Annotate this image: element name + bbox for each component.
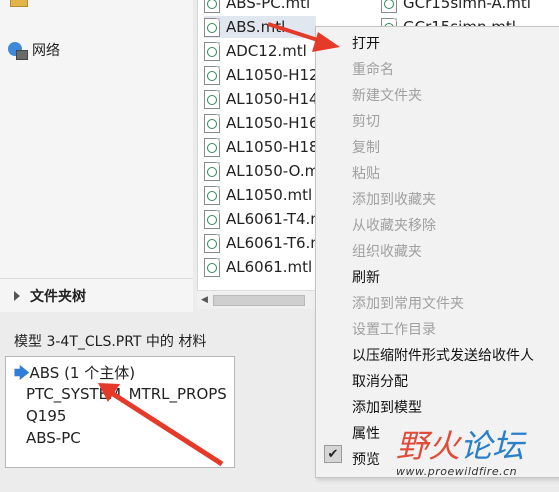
context-menu: ✔ 打开重命名新建文件夹剪切复制粘贴添加到收藏夹 从收藏夹移除 组织收藏夹刷新添加到… — [315, 26, 559, 478]
material-item[interactable]: PTC_SYSTEM_MTRL_PROPS — [26, 385, 227, 403]
material-file-icon — [204, 209, 220, 229]
material-file-icon — [204, 0, 220, 13]
file-item[interactable]: ABS-PC.mtl — [204, 0, 316, 14]
material-file-icon — [204, 161, 220, 181]
file-item[interactable]: AL1050-H18 — [204, 136, 316, 158]
file-name: ABS.mtl — [226, 18, 286, 36]
file-name: AL1050-H18 — [226, 138, 316, 156]
menu-item-12[interactable]: 以压缩附件形式发送给收件人 — [352, 345, 534, 365]
material-file-icon — [204, 185, 220, 205]
file-name: AL6061-T6.m — [226, 234, 316, 252]
file-name: AL6061-T4.m — [226, 210, 316, 228]
file-item[interactable]: AL1050.mtl — [204, 184, 316, 206]
file-name: AL1050-O.m — [226, 162, 316, 180]
menu-item-10[interactable]: 添加到常用文件夹 — [352, 293, 464, 313]
menu-item-5[interactable]: 粘贴 — [352, 163, 380, 183]
arrow-right-icon: 🡆 — [14, 364, 30, 382]
materials-panel-title: 模型 3-4T_CLS.PRT 中的 材料 — [14, 334, 207, 350]
network-icon — [8, 42, 28, 60]
file-name: AL1050-H12 — [226, 66, 316, 84]
menu-item-2[interactable]: 新建文件夹 — [352, 85, 422, 105]
nav-item-network[interactable]: 网络 — [8, 40, 60, 60]
navigation-pane: 网络 — [0, 0, 193, 278]
menu-item-8[interactable]: 组织收藏夹 — [352, 241, 422, 261]
watermark-logo: 野火论坛 www.proewildfire.cn — [396, 427, 525, 478]
file-item[interactable]: AL6061.mtl — [204, 256, 316, 278]
material-item[interactable]: Q195 — [26, 407, 66, 425]
file-name: AL1050-H14 — [226, 90, 316, 108]
material-file-icon — [204, 233, 220, 253]
file-item[interactable]: GCr15simn-A.mtl — [381, 0, 531, 14]
file-item[interactable]: AL1050-H12 — [204, 64, 316, 86]
file-name: AL6061.mtl — [226, 258, 313, 276]
material-file-icon — [204, 89, 220, 109]
file-name: AL1050-H16 — [226, 114, 316, 132]
checkmark-icon[interactable]: ✔ — [324, 445, 342, 463]
material-file-icon — [381, 0, 397, 13]
menu-item-4[interactable]: 复制 — [352, 137, 380, 157]
scrollbar-thumb[interactable] — [213, 295, 305, 306]
file-item[interactable]: AL1050-H14 — [204, 88, 316, 110]
menu-item-9[interactable]: 刷新 — [352, 267, 380, 287]
file-name: ADC12.mtl — [226, 42, 307, 60]
horizontal-scrollbar[interactable]: ◀ — [197, 290, 317, 309]
folder-icon — [10, 0, 28, 7]
menu-item-7[interactable]: 从收藏夹移除 — [352, 215, 436, 235]
material-file-icon — [204, 41, 220, 61]
nav-item-network-label: 网络 — [32, 43, 60, 59]
menu-item-1[interactable]: 重命名 — [352, 59, 394, 79]
materials-list: 🡆ABS (1 个主体) PTC_SYSTEM_MTRL_PROPS Q195 … — [5, 356, 235, 468]
file-name: GCr15simn-A.mtl — [403, 0, 531, 12]
file-item[interactable]: AL6061-T6.m — [204, 232, 316, 254]
menu-item-3[interactable]: 剪切 — [352, 111, 380, 131]
folder-tree-toggle[interactable]: 文件夹树 — [0, 278, 193, 312]
menu-item-6[interactable]: 添加到收藏夹 — [352, 189, 436, 209]
material-file-icon — [204, 65, 220, 85]
material-file-icon — [204, 17, 220, 37]
folder-tree-label: 文件夹树 — [30, 288, 86, 305]
material-item-label: ABS (1 个主体) — [29, 364, 136, 382]
expand-triangle-icon — [14, 290, 20, 301]
menu-item-0[interactable]: 打开 — [352, 33, 380, 53]
material-file-icon — [204, 257, 220, 277]
file-item[interactable]: ABS.mtl — [204, 16, 316, 38]
file-item[interactable]: AL6061-T4.m — [204, 208, 316, 230]
file-item[interactable]: AL1050-H16 — [204, 112, 316, 134]
scroll-left-icon[interactable]: ◀ — [201, 295, 208, 305]
menu-item-14[interactable]: 添加到模型 — [352, 397, 422, 417]
material-item[interactable]: ABS-PC — [26, 429, 81, 447]
file-name: ABS-PC.mtl — [226, 0, 311, 12]
menu-item-13[interactable]: 取消分配 — [352, 371, 408, 391]
file-item[interactable]: ADC12.mtl — [204, 40, 316, 62]
menu-item-11[interactable]: 设置工作目录 — [352, 319, 436, 339]
file-item[interactable]: AL1050-O.m — [204, 160, 316, 182]
material-file-icon — [204, 137, 220, 157]
file-name: AL1050.mtl — [226, 186, 313, 204]
material-file-icon — [204, 113, 220, 133]
